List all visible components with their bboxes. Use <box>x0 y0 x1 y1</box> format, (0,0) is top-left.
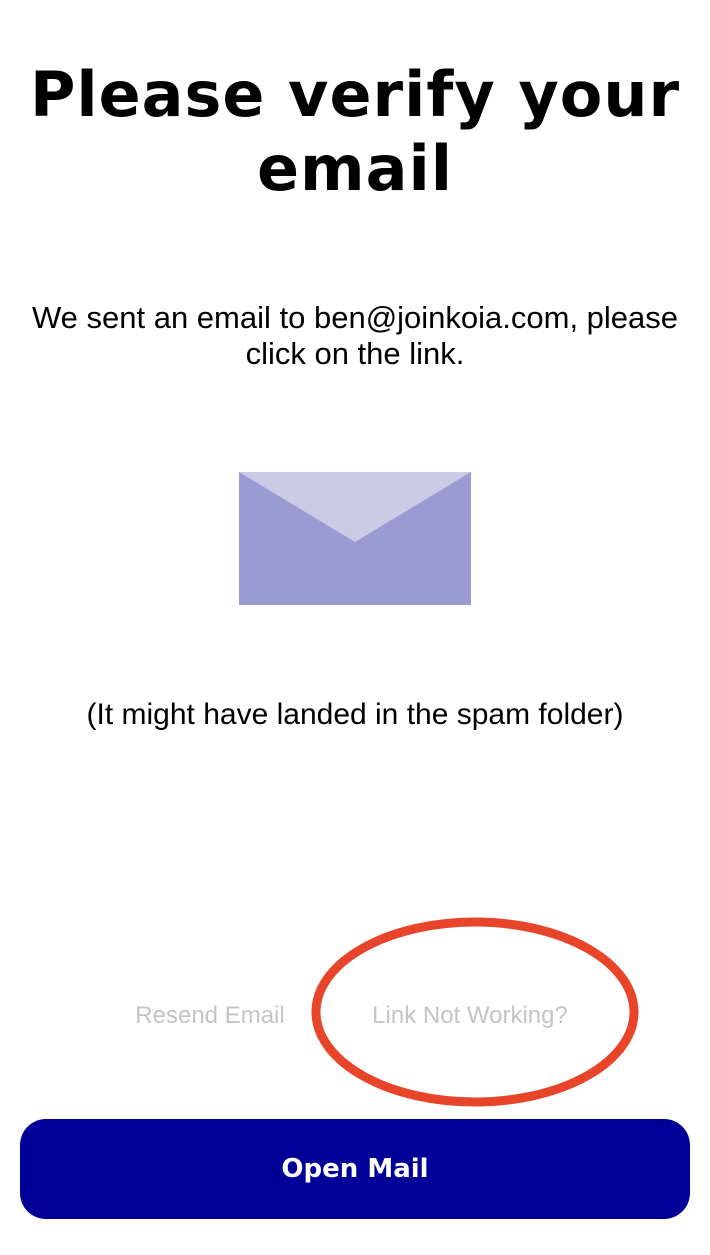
sent-email-message: We sent an email to ben@joinkoia.com, pl… <box>31 300 679 371</box>
resend-email-button[interactable]: Resend Email <box>120 996 300 1036</box>
link-not-working-button[interactable]: Link Not Working? <box>345 996 595 1036</box>
envelope-icon <box>239 472 471 605</box>
open-mail-button[interactable]: Open Mail <box>20 1119 690 1219</box>
spam-folder-note: (It might have landed in the spam folder… <box>86 698 624 731</box>
page-title: Please verify your email <box>29 58 681 205</box>
